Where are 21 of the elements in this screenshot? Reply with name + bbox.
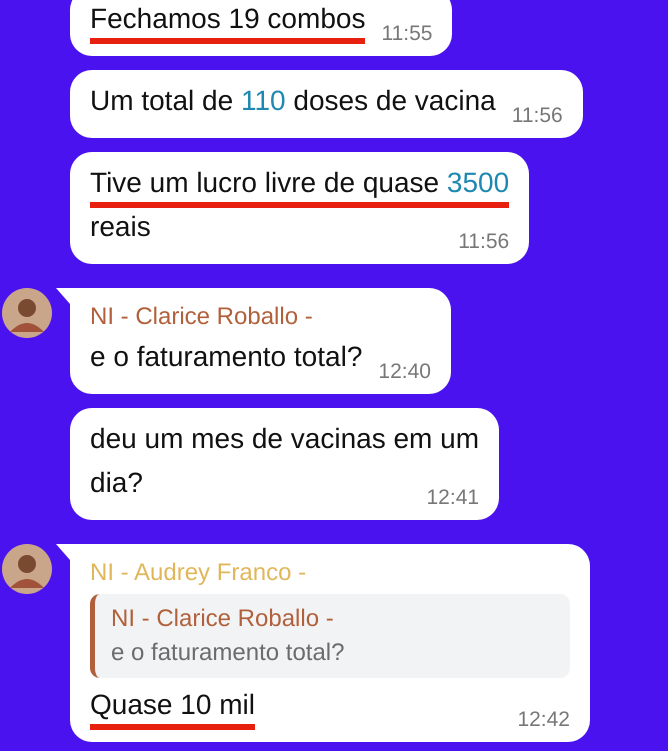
message-text: e o faturamento total? <box>90 340 362 374</box>
message-text: Fechamos 19 combos <box>90 0 366 44</box>
message-time: 12:41 <box>426 485 480 511</box>
quoted-text: e o faturamento total? <box>111 638 346 668</box>
message-text: deu um mes de vacinas em um <box>90 422 480 456</box>
sender-name: NI - Clarice Roballo - <box>90 302 314 332</box>
message-time: 12:40 <box>378 359 431 385</box>
message-text: Quase 10 mil <box>90 686 255 730</box>
message-time: 12:42 <box>517 707 570 733</box>
quoted-message[interactable]: NI - Clarice Roballo - e o faturamento total? <box>90 594 570 678</box>
avatar <box>2 544 52 594</box>
message-time: 11:56 <box>512 103 563 129</box>
message-time: 11:55 <box>381 21 432 47</box>
sender-name: NI - Audrey Franco - <box>90 558 308 588</box>
quoted-sender: NI - Clarice Roballo - <box>111 604 335 634</box>
message-text: reais <box>90 210 151 244</box>
message-text: dia? <box>90 466 143 500</box>
avatar <box>2 288 52 338</box>
message-text: Um total de 110 doses de vacina <box>90 84 496 118</box>
message-text: Tive um lucro livre de quase 3500 <box>90 164 510 208</box>
message-time: 11:56 <box>458 229 510 255</box>
